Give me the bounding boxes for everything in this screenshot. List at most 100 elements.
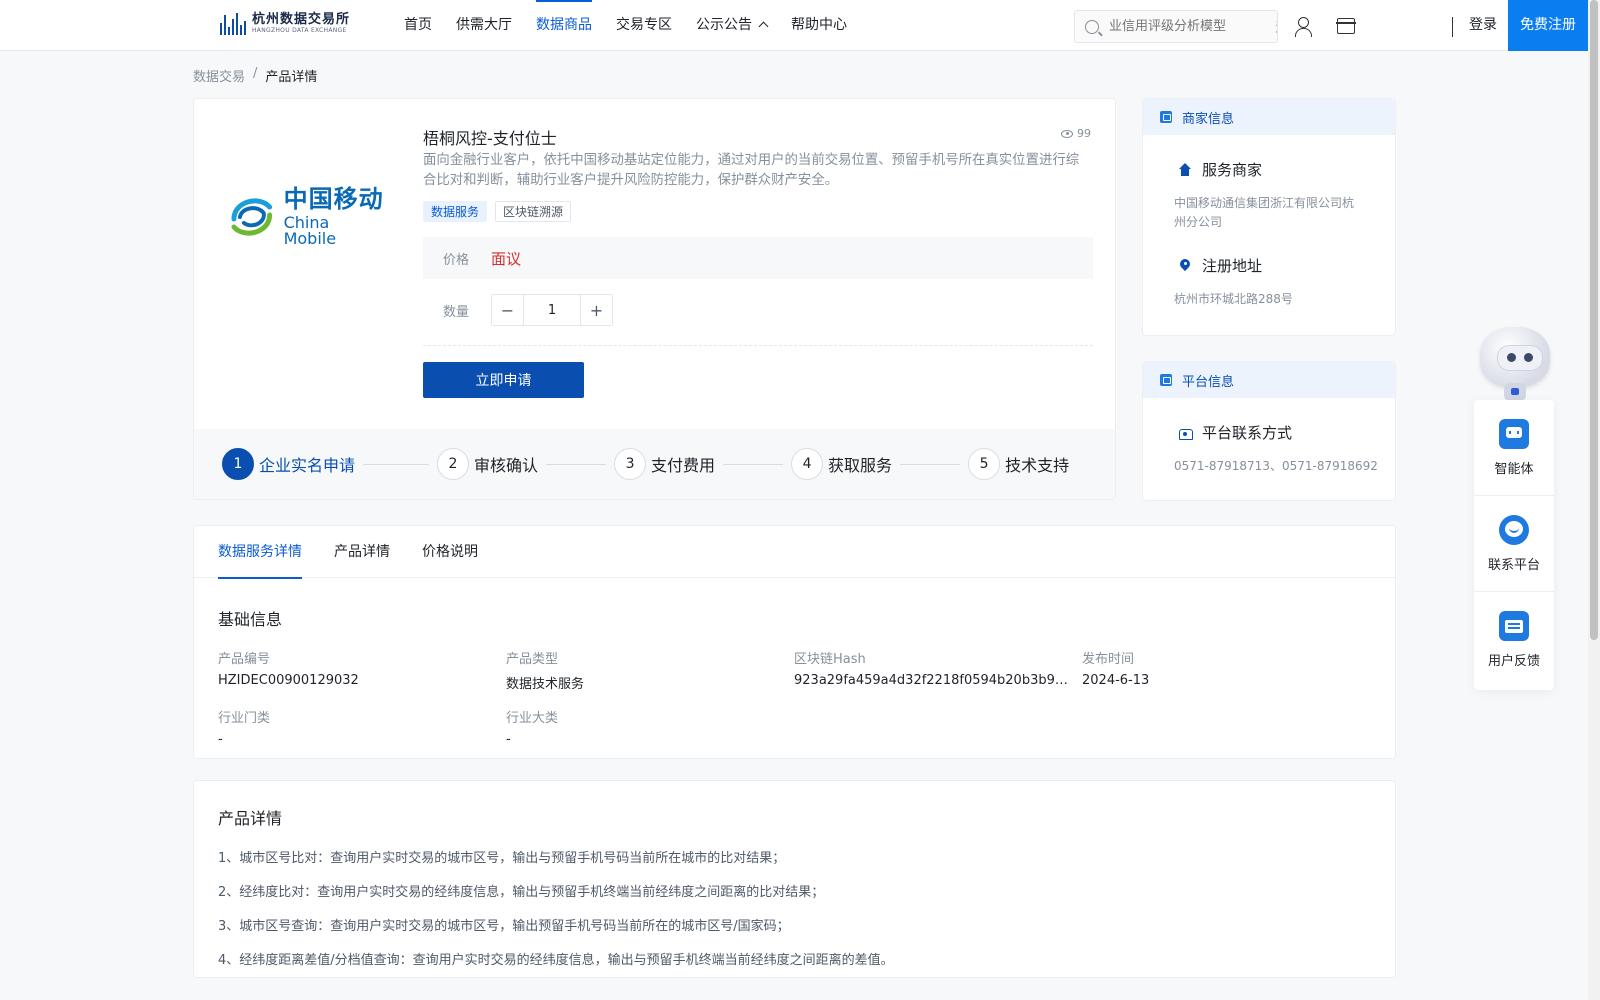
floating-toolbar: 智能体 联系平台 用户反馈 xyxy=(1474,400,1554,690)
phone-icon xyxy=(1178,426,1193,440)
list-item: 2、经纬度比对：查询用户实时交易的经纬度信息，输出与预留手机终端当前经纬度之间距… xyxy=(218,885,825,900)
tag-blockchain: 区块链溯源 xyxy=(495,201,572,222)
price-value: 面议 xyxy=(491,249,522,268)
field-industry-major: 行业大类 - xyxy=(506,711,559,747)
user-icon[interactable] xyxy=(1293,16,1313,37)
quantity-stepper: − + xyxy=(491,294,613,326)
platform-contact-value: 0571-87918713、0571-87918692 xyxy=(1174,459,1378,473)
search-box[interactable]: 涉 xyxy=(1074,10,1278,43)
float-user-feedback[interactable]: 用户反馈 xyxy=(1474,592,1554,688)
home-icon xyxy=(1178,162,1192,177)
product-title: 梧桐风控-支付位士 xyxy=(423,129,557,148)
logo-subtitle: HANGZHOU DATA EXCHANGE xyxy=(252,27,347,34)
step-3: 3 支付费用 xyxy=(614,448,715,480)
search-overflow-text: 涉 xyxy=(1275,17,1277,36)
logo-en-text: China Mobile xyxy=(283,213,337,248)
increase-button[interactable]: + xyxy=(581,295,612,325)
view-count-value: 99 xyxy=(1077,127,1091,140)
product-details-title: 产品详情 xyxy=(218,809,283,828)
merchant-info-card: 商家信息 服务商家 中国移动通信集团浙江有限公司杭州分公司 注册地址 杭州市环城… xyxy=(1142,98,1396,336)
price-label: 价格 xyxy=(443,252,470,268)
step-1: 1 企业实名申请 xyxy=(222,448,355,480)
china-mobile-logo-icon xyxy=(231,198,273,236)
field-publish-time: 发布时间 2024-6-13 xyxy=(1082,652,1150,688)
product-tags: 数据服务 区块链溯源 xyxy=(423,201,572,222)
login-link[interactable]: 登录 xyxy=(1469,0,1497,51)
customer-service-icon xyxy=(1499,514,1529,545)
registered-address-title: 注册地址 xyxy=(1178,255,1395,276)
process-steps: 1 企业实名申请 2 审核确认 3 支付费用 4 获取服务 5 技术支持 xyxy=(194,429,1115,499)
quantity-label: 数量 xyxy=(443,304,470,320)
product-description: 面向金融行业客户，依托中国移动基站定位能力，通过对用户的当前交易位置、预留手机号… xyxy=(423,153,1080,188)
store-icon[interactable] xyxy=(1336,18,1356,34)
product-details-list: 1、城市区号比对：查询用户实时交易的城市区号，输出与预留手机号码当前所在城市的比… xyxy=(218,842,1395,978)
view-count: 99 xyxy=(1061,127,1091,140)
platform-info-card: 平台信息 平台联系方式 0571-87918713、0571-87918692 xyxy=(1142,361,1396,501)
logo-title: 杭州数据交易所 xyxy=(252,12,351,27)
service-merchant-title: 服务商家 xyxy=(1178,159,1395,180)
logo-cn-text: 中国移动 xyxy=(283,185,384,213)
scrollbar-thumb[interactable] xyxy=(1590,0,1598,640)
header-divider xyxy=(1452,17,1453,37)
page-scrollbar[interactable] xyxy=(1588,0,1600,1000)
nav-trading-zone[interactable]: 交易专区 xyxy=(604,0,684,51)
chevron-up-icon xyxy=(758,21,769,32)
field-product-type: 产品类型 数据技术服务 xyxy=(506,652,585,692)
breadcrumb: 数据交易 / 产品详情 xyxy=(193,66,317,85)
tab-price-info[interactable]: 价格说明 xyxy=(422,526,478,578)
nav-data-products[interactable]: 数据商品 xyxy=(524,0,604,51)
apply-now-button[interactable]: 立即申请 xyxy=(423,362,584,398)
location-pin-icon xyxy=(1178,259,1192,273)
basic-info-grid: 产品编号 HZIDEC00900129032 产品类型 数据技术服务 区块链Ha… xyxy=(218,648,1395,747)
search-icon[interactable] xyxy=(1085,19,1099,34)
tab-product-details[interactable]: 产品详情 xyxy=(334,526,390,578)
main-nav: 首页 供需大厅 数据商品 交易专区 公示公告 帮助中心 xyxy=(392,0,859,51)
breadcrumb-parent[interactable]: 数据交易 xyxy=(193,66,245,85)
platform-icon xyxy=(1160,374,1172,386)
quantity-row: 数量 − + xyxy=(423,294,613,326)
platform-contact-title: 平台联系方式 xyxy=(1178,422,1395,443)
service-merchant-value: 中国移动通信集团浙江有限公司杭州分公司 xyxy=(1174,196,1355,229)
basic-info-title: 基础信息 xyxy=(218,610,283,629)
top-header: 杭州数据交易所 HANGZHOU DATA EXCHANGE 首页 供需大厅 数… xyxy=(0,0,1588,51)
detail-tabs: 数据服务详情 产品详情 价格说明 xyxy=(194,526,1395,579)
breadcrumb-current: 产品详情 xyxy=(265,70,318,85)
eye-icon xyxy=(1061,129,1073,138)
breadcrumb-separator: / xyxy=(253,66,258,81)
step-2: 2 审核确认 xyxy=(437,448,538,480)
list-item: 3、城市区号查询：查询用户实时交易的城市区号，输出预留手机号码当前所在的城市区号… xyxy=(218,919,790,934)
registered-address-value: 杭州市环城北路288号 xyxy=(1174,292,1293,306)
nav-help-center[interactable]: 帮助中心 xyxy=(779,0,859,51)
field-blockchain-hash: 区块链Hash 923a29fa459a4d32f2218f0594b20b3b… xyxy=(794,652,1068,688)
product-card: 中国移动 China Mobile 梧桐风控-支付位士 99 面向金融行业客户，… xyxy=(193,98,1116,500)
list-item: 4、经纬度距离差值/分档值查询：查询用户实时交易的经纬度信息，输出与预留手机终端… xyxy=(218,953,894,968)
decrease-button[interactable]: − xyxy=(492,295,523,325)
search-input[interactable] xyxy=(1109,19,1277,34)
list-item: 1、城市区号比对：查询用户实时交易的城市区号，输出与预留手机号码当前所在城市的比… xyxy=(218,851,786,866)
site-logo[interactable]: 杭州数据交易所 HANGZHOU DATA EXCHANGE xyxy=(220,12,350,35)
robot-assistant-icon[interactable] xyxy=(1474,327,1554,401)
step-5: 5 技术支持 xyxy=(968,448,1069,480)
product-details-card: 产品详情 1、城市区号比对：查询用户实时交易的城市区号，输出与预留手机号码当前所… xyxy=(193,780,1396,978)
platform-info-header: 平台信息 xyxy=(1143,362,1395,398)
product-logo: 中国移动 China Mobile xyxy=(226,187,386,247)
tab-data-service-details[interactable]: 数据服务详情 xyxy=(218,526,302,579)
ai-agent-icon xyxy=(1499,418,1529,449)
nav-supply-demand[interactable]: 供需大厅 xyxy=(444,0,524,51)
float-ai-agent[interactable]: 智能体 xyxy=(1474,400,1554,496)
dashed-divider xyxy=(423,345,1093,346)
nav-home[interactable]: 首页 xyxy=(392,0,444,51)
merchant-info-header: 商家信息 xyxy=(1143,99,1395,135)
step-4: 4 获取服务 xyxy=(791,448,892,480)
register-button[interactable]: 免费注册 xyxy=(1508,0,1588,51)
logo-mark-icon xyxy=(220,12,246,35)
field-industry-category: 行业门类 - xyxy=(218,711,271,747)
nav-announcements[interactable]: 公示公告 xyxy=(684,0,779,51)
merchant-icon xyxy=(1160,111,1172,123)
detail-card: 数据服务详情 产品详情 价格说明 基础信息 产品编号 HZIDEC0090012… xyxy=(193,525,1396,759)
feedback-icon xyxy=(1499,611,1529,641)
quantity-input[interactable] xyxy=(523,295,581,325)
price-row: 价格 面议 xyxy=(423,237,1093,279)
tag-data-service: 数据服务 xyxy=(423,201,488,222)
float-contact-platform[interactable]: 联系平台 xyxy=(1474,496,1554,592)
